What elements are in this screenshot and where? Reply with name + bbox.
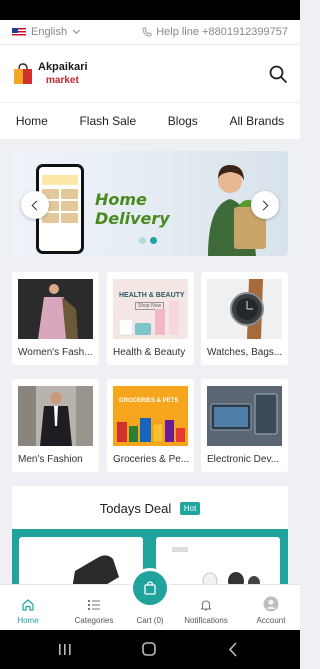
- tab-home[interactable]: Home: [6, 585, 50, 631]
- status-bar: [0, 0, 300, 20]
- banner-pagination: [139, 237, 157, 244]
- category-label: Watches, Bags...: [207, 347, 283, 358]
- helpline[interactable]: Help line +8801912399757: [142, 26, 288, 38]
- banner-title: Home Delivery: [95, 190, 170, 228]
- phone-icon: [142, 27, 152, 37]
- language-selector[interactable]: English: [12, 26, 81, 38]
- recent-apps-icon[interactable]: [59, 644, 71, 655]
- deal-product-card[interactable]: [19, 537, 143, 586]
- tab-label: Notifications: [184, 616, 228, 625]
- bell-icon: [200, 600, 212, 611]
- search-icon[interactable]: [268, 64, 288, 84]
- category-card-electronic-devices[interactable]: Electronic Dev...: [201, 379, 288, 472]
- logo-name: Akpaikari: [38, 60, 88, 73]
- category-label: Women's Fash...: [18, 347, 93, 358]
- cart-bag-icon: [144, 581, 156, 595]
- deal-product-card[interactable]: [156, 537, 280, 586]
- dress-image: [18, 279, 93, 339]
- chevron-down-icon: [73, 26, 81, 35]
- hot-badge: Hot: [179, 502, 201, 516]
- category-card-groceries-pets[interactable]: GROCERIES & PETS Groceries & Pe...: [107, 379, 194, 472]
- tab-label: Categories: [74, 616, 114, 625]
- tablet-image: [207, 386, 282, 446]
- app-header: Akpaikari market: [0, 45, 300, 102]
- categories-icon: [88, 600, 100, 610]
- language-label: English: [31, 26, 68, 38]
- category-card-watches-bags[interactable]: Watches, Bags...: [201, 272, 288, 365]
- tab-account[interactable]: Account: [248, 585, 294, 631]
- tab-notifications[interactable]: Notifications: [178, 585, 234, 631]
- cart-button[interactable]: [133, 571, 167, 605]
- nav-blogs[interactable]: Blogs: [164, 114, 202, 128]
- home-system-icon[interactable]: [142, 642, 156, 656]
- system-navigation-bar: [0, 630, 300, 669]
- category-label: Electronic Dev...: [207, 454, 280, 465]
- tab-categories[interactable]: Categories: [68, 585, 120, 631]
- earbuds-image: [172, 547, 260, 586]
- pagination-dot[interactable]: [139, 237, 146, 244]
- cosmetics-image: HEALTH & BEAUTY Shop Now: [113, 279, 188, 339]
- category-card-mens-fashion[interactable]: Men's Fashion: [12, 379, 99, 472]
- top-info-bar: English Help line +8801912399757: [0, 20, 300, 45]
- main-nav: Home Flash Sale Blogs All Brands: [0, 102, 300, 139]
- shopping-bag-logo-icon: [14, 62, 32, 84]
- nav-all-brands[interactable]: All Brands: [225, 114, 288, 128]
- helpline-text: Help line +8801912399757: [156, 26, 288, 38]
- groceries-image: GROCERIES & PETS: [113, 386, 188, 446]
- tab-label: Cart (0): [136, 616, 164, 625]
- watch-image: [207, 279, 282, 339]
- tab-label: Account: [256, 616, 286, 625]
- category-label: Groceries & Pe...: [113, 454, 190, 465]
- powerbank-image: [72, 555, 119, 586]
- chevron-left-icon: [31, 200, 42, 210]
- banner-next-button[interactable]: [251, 191, 279, 219]
- pagination-dot-active[interactable]: [150, 237, 157, 244]
- category-card-health-beauty[interactable]: HEALTH & BEAUTY Shop Now Health & Beauty: [107, 272, 194, 365]
- nav-flash-sale[interactable]: Flash Sale: [75, 114, 140, 128]
- logo-subname: market: [46, 74, 79, 86]
- suit-image: [18, 386, 93, 446]
- banner-prev-button[interactable]: [21, 191, 49, 219]
- logo[interactable]: Akpaikari market: [12, 61, 88, 87]
- nav-home[interactable]: Home: [12, 114, 52, 128]
- category-card-womens-fashion[interactable]: Women's Fash...: [12, 272, 99, 365]
- us-flag-icon: [12, 27, 26, 37]
- category-label: Men's Fashion: [18, 454, 83, 465]
- back-icon[interactable]: [228, 642, 237, 657]
- home-icon: [22, 599, 34, 611]
- avatar-icon: [263, 596, 279, 612]
- todays-deal-title: Todays Deal: [99, 501, 172, 517]
- category-label: Health & Beauty: [113, 347, 186, 358]
- chevron-right-icon: [258, 200, 269, 210]
- tab-label: Home: [17, 616, 39, 625]
